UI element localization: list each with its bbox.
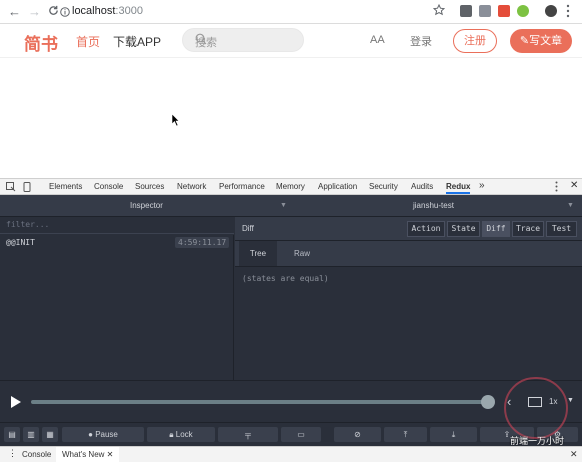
tab-security[interactable]: Security	[369, 182, 398, 191]
action-list: @@INIT 4:59:11.17	[0, 235, 234, 380]
import-icon[interactable]: ⤒	[384, 427, 427, 442]
layout-right-icon[interactable]: ▥	[23, 427, 39, 442]
play-icon[interactable]	[10, 395, 22, 412]
write-article-button[interactable]: ✎写文章	[510, 29, 572, 53]
login-link[interactable]: 登录	[410, 33, 432, 49]
inspector-select[interactable]: Inspector	[130, 201, 163, 210]
address-bar[interactable]: localhost:3000	[72, 5, 143, 17]
tab-sources[interactable]: Sources	[135, 182, 164, 191]
redux-bottom-toolbar: ▤ ▥ ▦ ● Pause 🔒︎ Lock ╤ ▭ ⊘ ⤒ ⤓ ⇪ ⚙	[0, 422, 582, 446]
tab-console[interactable]: Console	[94, 182, 123, 191]
tab-performance[interactable]: Performance	[219, 182, 265, 191]
devtools-tab-bar: Elements Console Sources Network Perform…	[0, 178, 582, 195]
time-slider-thumb[interactable]	[481, 395, 495, 409]
mouse-cursor-icon	[171, 113, 180, 129]
font-size-toggle[interactable]: AA	[370, 34, 385, 46]
watermark-logo: 前端一万小时	[504, 377, 568, 446]
info-icon[interactable]	[60, 6, 70, 20]
search-input[interactable]: 搜索	[182, 28, 304, 52]
redux-top-bar: Inspector ▼ jianshu-test ▼	[0, 195, 582, 217]
instance-dropdown-icon[interactable]: ▼	[567, 202, 574, 209]
layout-left-icon[interactable]: ▤	[4, 427, 20, 442]
instance-select[interactable]: jianshu-test	[413, 201, 454, 210]
drawer-menu-icon[interactable]: ⋮	[8, 448, 17, 459]
url-port: :3000	[115, 5, 143, 17]
url-host: localhost	[72, 5, 116, 17]
tab-network[interactable]: Network	[177, 182, 206, 191]
drawer-tab-whats-new-label: What's New	[62, 450, 105, 459]
pause-button[interactable]: ● Pause	[62, 427, 144, 442]
inspect-element-icon[interactable]	[6, 182, 16, 194]
extension-green-icon[interactable]	[517, 5, 529, 17]
layout-bottom-icon[interactable]: ▦	[42, 427, 58, 442]
close-drawer-icon[interactable]: ✕	[570, 449, 578, 460]
nav-home[interactable]: 首页	[76, 33, 100, 50]
monitor-title: Diff	[242, 224, 254, 233]
site-logo[interactable]: 简书	[24, 30, 58, 55]
tab-trace[interactable]: Trace	[512, 221, 544, 237]
subtab-tree[interactable]: Tree	[239, 241, 277, 266]
devtools-menu-icon[interactable]	[555, 181, 558, 194]
diff-subtab-bar: Tree Raw	[235, 241, 582, 267]
devtools-drawer-bar: ⋮ Console What's New ✕ ✕	[0, 446, 582, 462]
diff-message: (states are equal)	[242, 274, 329, 283]
tab-application[interactable]: Application	[318, 182, 357, 191]
back-icon[interactable]: ←	[8, 4, 21, 19]
tab-memory[interactable]: Memory	[276, 182, 305, 191]
site-header: 简书 首页 下载APP 搜索 AA 登录 注册 ✎写文章	[0, 24, 582, 58]
tab-action[interactable]: Action	[407, 221, 445, 237]
bookmark-star-icon[interactable]	[432, 3, 446, 19]
extension-shield-icon[interactable]	[460, 5, 472, 17]
tab-state[interactable]: State	[447, 221, 480, 237]
drawer-tab-console[interactable]: Console	[22, 450, 51, 459]
extension-vue-icon[interactable]	[479, 5, 491, 17]
register-button[interactable]: 注册	[453, 29, 497, 53]
extension-red-icon[interactable]	[498, 5, 510, 17]
tab-elements[interactable]: Elements	[49, 182, 82, 191]
browser-toolbar: ← → localhost:3000	[0, 0, 582, 24]
forward-icon[interactable]: →	[28, 4, 41, 19]
tab-diff[interactable]: Diff	[482, 221, 510, 237]
action-list-item[interactable]: @@INIT 4:59:11.17	[0, 235, 234, 253]
tab-audits[interactable]: Audits	[411, 182, 433, 191]
monitor-pane: Diff Action State Diff Trace Test Tree R…	[235, 217, 582, 380]
lock-button[interactable]: 🔒︎ Lock	[147, 427, 215, 442]
pencil-icon: ✎	[519, 35, 530, 47]
keyboard-icon[interactable]: ▭	[281, 427, 321, 442]
action-name: @@INIT	[6, 238, 35, 247]
pin-icon[interactable]: ╤	[218, 427, 278, 442]
nav-download-app[interactable]: 下载APP	[113, 33, 161, 50]
time-slider-track[interactable]	[31, 400, 487, 404]
subtab-raw[interactable]: Raw	[287, 241, 317, 266]
lock-label: Lock	[175, 430, 193, 439]
write-article-label: 写文章	[529, 35, 563, 47]
monitor-header: Diff Action State Diff Trace Test	[235, 217, 582, 241]
tab-redux[interactable]: Redux	[446, 182, 471, 194]
filter-placeholder: filter...	[6, 220, 50, 229]
tab-test[interactable]: Test	[546, 221, 577, 237]
close-drawer-tab-icon[interactable]: ✕	[107, 450, 114, 459]
export-icon[interactable]: ⤓	[430, 427, 477, 442]
menu-kebab-icon[interactable]	[566, 4, 570, 21]
redux-devtools-panel: Inspector ▼ jianshu-test ▼ filter... @@I…	[0, 195, 582, 446]
profile-avatar-icon[interactable]	[545, 5, 557, 17]
inspector-dropdown-icon[interactable]: ▼	[280, 202, 287, 209]
slider-toggle-icon[interactable]: ⊘	[334, 427, 381, 442]
time-slider-bar: ‹ 1x ▼	[0, 380, 582, 422]
device-toggle-icon[interactable]	[22, 182, 32, 194]
pause-label: Pause	[95, 430, 118, 439]
reload-icon[interactable]	[48, 4, 59, 19]
action-timestamp: 4:59:11.17	[175, 237, 230, 248]
action-filter-input[interactable]: filter...	[0, 217, 234, 234]
search-icon[interactable]	[195, 33, 293, 48]
speed-dropdown-icon[interactable]: ▼	[567, 397, 574, 404]
more-tabs-icon[interactable]: »	[479, 180, 485, 191]
drawer-tab-whats-new[interactable]: What's New ✕	[56, 447, 120, 462]
close-devtools-icon[interactable]: ✕	[570, 180, 578, 191]
